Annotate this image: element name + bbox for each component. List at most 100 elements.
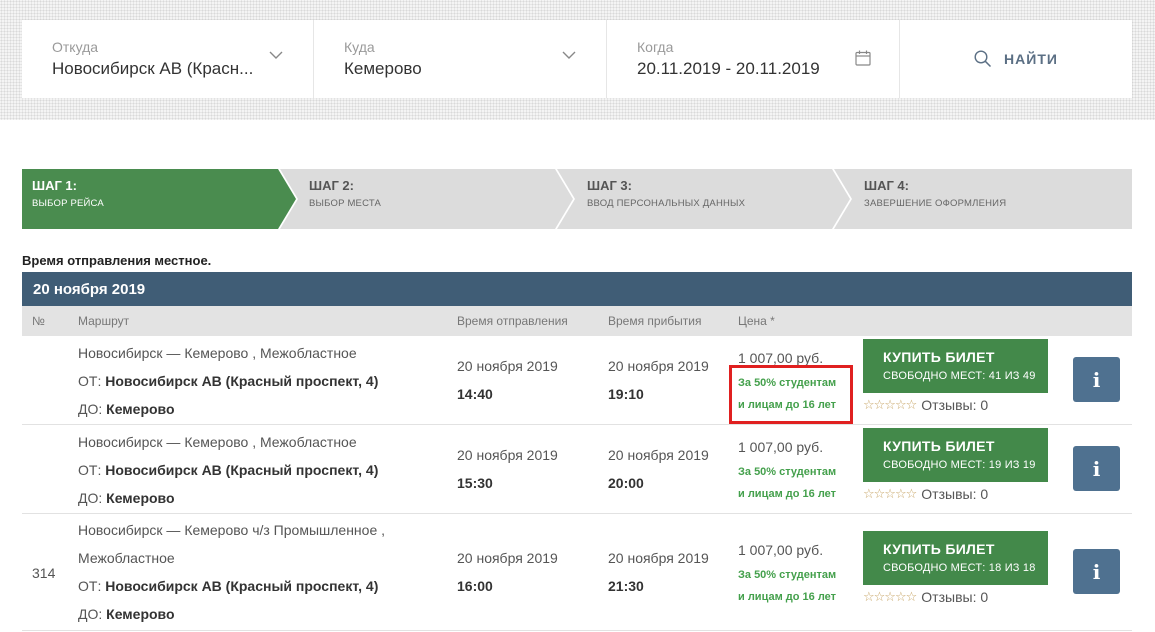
from-prefix: ОТ: (78, 373, 102, 389)
table-row: Новосибирск — Кемерово , Межобластное ОТ… (22, 336, 1132, 425)
to-value[interactable]: Кемерово (344, 59, 606, 79)
arrival-date: 20 ноября 2019 (608, 550, 709, 566)
discount-highlight-box (729, 365, 853, 424)
find-label: НАЙТИ (1004, 51, 1058, 67)
to-station: Кемерово (106, 606, 175, 622)
to-prefix: ДО: (78, 606, 103, 622)
step-title: ШАГ 2: (309, 178, 354, 193)
departure-time: 16:00 (457, 578, 493, 594)
from-prefix: ОТ: (78, 462, 102, 478)
arrival-date: 20 ноября 2019 (608, 447, 709, 463)
route-name: Новосибирск — Кемерово , Межобластное (78, 345, 357, 361)
price: 1 007,00 руб. (738, 542, 824, 558)
buy-ticket-label: КУПИТЬ БИЛЕТ (883, 541, 995, 557)
calendar-icon[interactable] (855, 50, 871, 66)
find-button[interactable]: НАЙТИ (900, 20, 1132, 98)
local-time-note: Время отправления местное. (22, 253, 212, 268)
route-to: ДО: Кемерово (78, 490, 175, 506)
from-prefix: ОТ: (78, 578, 102, 594)
departure-time: 15:30 (457, 475, 493, 491)
price: 1 007,00 руб. (738, 350, 824, 366)
free-seats: СВОБОДНО МЕСТ: 19 ИЗ 19 (883, 459, 1036, 471)
info-button[interactable]: i (1073, 446, 1120, 491)
table-row: 314 Новосибирск — Кемерово ч/з Промышлен… (22, 514, 1132, 631)
route-to: ДО: Кемерово (78, 401, 175, 417)
from-field[interactable]: Откуда Новосибирск АВ (Красн... (22, 20, 314, 98)
from-value[interactable]: Новосибирск АВ (Красн... (52, 59, 313, 79)
reviews[interactable]: ☆☆☆☆☆ Отзывы: 0 (863, 486, 988, 502)
departure-date: 20 ноября 2019 (457, 550, 558, 566)
info-button[interactable]: i (1073, 357, 1120, 402)
step-1[interactable]: ШАГ 1: ВЫБОР РЕЙСА (32, 169, 104, 229)
buy-ticket-button[interactable]: КУПИТЬ БИЛЕТ СВОБОДНО МЕСТ: 19 ИЗ 19 (863, 428, 1048, 482)
step-subtitle: ВЫБОР МЕСТА (309, 198, 382, 209)
info-icon: i (1092, 367, 1101, 392)
to-prefix: ДО: (78, 490, 103, 506)
step-2[interactable]: ШАГ 2: ВЫБОР МЕСТА (309, 169, 381, 229)
star-rating-icon: ☆☆☆☆☆ (863, 397, 917, 412)
departure-date: 20 ноября 2019 (457, 447, 558, 463)
col-num: № (32, 314, 45, 328)
route-name-line2: Межобластное (78, 550, 175, 566)
from-station: Новосибирск АВ (Красный проспект, 4) (105, 462, 379, 478)
buy-ticket-label: КУПИТЬ БИЛЕТ (883, 438, 995, 454)
step-subtitle: ВЫБОР РЕЙСА (32, 198, 104, 209)
reviews-label: Отзывы: 0 (921, 486, 989, 502)
step-subtitle: ЗАВЕРШЕНИЕ ОФОРМЛЕНИЯ (864, 198, 1007, 209)
route-from: ОТ: Новосибирск АВ (Красный проспект, 4) (78, 578, 378, 594)
col-route: Маршрут (78, 314, 130, 328)
chevron-down-icon[interactable] (562, 51, 576, 60)
table-row: Новосибирск — Кемерово , Межобластное ОТ… (22, 425, 1132, 514)
arrival-time: 19:10 (608, 386, 644, 402)
info-icon: i (1092, 559, 1101, 584)
from-station: Новосибирск АВ (Красный проспект, 4) (105, 578, 379, 594)
from-station: Новосибирск АВ (Красный проспект, 4) (105, 373, 379, 389)
route-to: ДО: Кемерово (78, 606, 175, 622)
star-rating-icon: ☆☆☆☆☆ (863, 589, 917, 604)
discount-note-line1: За 50% студентам (738, 466, 837, 478)
to-field[interactable]: Куда Кемерово (314, 20, 607, 98)
buy-ticket-button[interactable]: КУПИТЬ БИЛЕТ СВОБОДНО МЕСТ: 41 ИЗ 49 (863, 339, 1048, 393)
step-title: ШАГ 4: (864, 178, 909, 193)
arrival-time: 20:00 (608, 475, 644, 491)
route-from: ОТ: Новосибирск АВ (Красный проспект, 4) (78, 373, 378, 389)
free-seats: СВОБОДНО МЕСТ: 18 ИЗ 18 (883, 562, 1036, 574)
to-station: Кемерово (106, 401, 175, 417)
step-title: ШАГ 3: (587, 178, 632, 193)
departure-time: 14:40 (457, 386, 493, 402)
col-price: Цена * (738, 314, 775, 328)
step-subtitle: ВВОД ПЕРСОНАЛЬНЫХ ДАННЫХ (587, 198, 746, 209)
free-seats: СВОБОДНО МЕСТ: 41 ИЗ 49 (883, 370, 1036, 382)
info-icon: i (1092, 456, 1101, 481)
reviews[interactable]: ☆☆☆☆☆ Отзывы: 0 (863, 589, 988, 605)
reviews-label: Отзывы: 0 (921, 397, 989, 413)
to-prefix: ДО: (78, 401, 103, 417)
discount-note-line2: и лицам до 16 лет (738, 591, 837, 603)
route-from: ОТ: Новосибирск АВ (Красный проспект, 4) (78, 462, 378, 478)
buy-ticket-button[interactable]: КУПИТЬ БИЛЕТ СВОБОДНО МЕСТ: 18 ИЗ 18 (863, 531, 1048, 585)
price: 1 007,00 руб. (738, 439, 824, 455)
col-arrival: Время прибытия (608, 314, 702, 328)
table-header: № Маршрут Время отправления Время прибыт… (22, 306, 1132, 336)
chevron-down-icon[interactable] (269, 51, 283, 60)
departure-date: 20 ноября 2019 (457, 358, 558, 374)
to-station: Кемерово (106, 490, 175, 506)
reviews-label: Отзывы: 0 (921, 589, 989, 605)
route-name: Новосибирск — Кемерово , Межобластное (78, 434, 357, 450)
date-header: 20 ноября 2019 (22, 272, 1132, 306)
search-bar: Откуда Новосибирск АВ (Красн... Куда Кем… (22, 20, 1132, 98)
date-field[interactable]: Когда 20.11.2019 - 20.11.2019 (607, 20, 900, 98)
info-button[interactable]: i (1073, 549, 1120, 594)
discount-note-line2: и лицам до 16 лет (738, 488, 837, 500)
step-progress: ШАГ 1: ВЫБОР РЕЙСА ШАГ 2: ВЫБОР МЕСТА ША… (22, 169, 1132, 229)
arrival-time: 21:30 (608, 578, 644, 594)
step-4[interactable]: ШАГ 4: ЗАВЕРШЕНИЕ ОФОРМЛЕНИЯ (864, 169, 1006, 229)
step-3[interactable]: ШАГ 3: ВВОД ПЕРСОНАЛЬНЫХ ДАННЫХ (587, 169, 745, 229)
reviews[interactable]: ☆☆☆☆☆ Отзывы: 0 (863, 397, 988, 413)
col-departure: Время отправления (457, 314, 568, 328)
step-title: ШАГ 1: (32, 178, 77, 193)
route-name-line1: Новосибирск — Кемерово ч/з Промышленное … (78, 522, 386, 538)
buy-ticket-label: КУПИТЬ БИЛЕТ (883, 349, 995, 365)
star-rating-icon: ☆☆☆☆☆ (863, 486, 917, 501)
trip-number: 314 (32, 565, 56, 581)
